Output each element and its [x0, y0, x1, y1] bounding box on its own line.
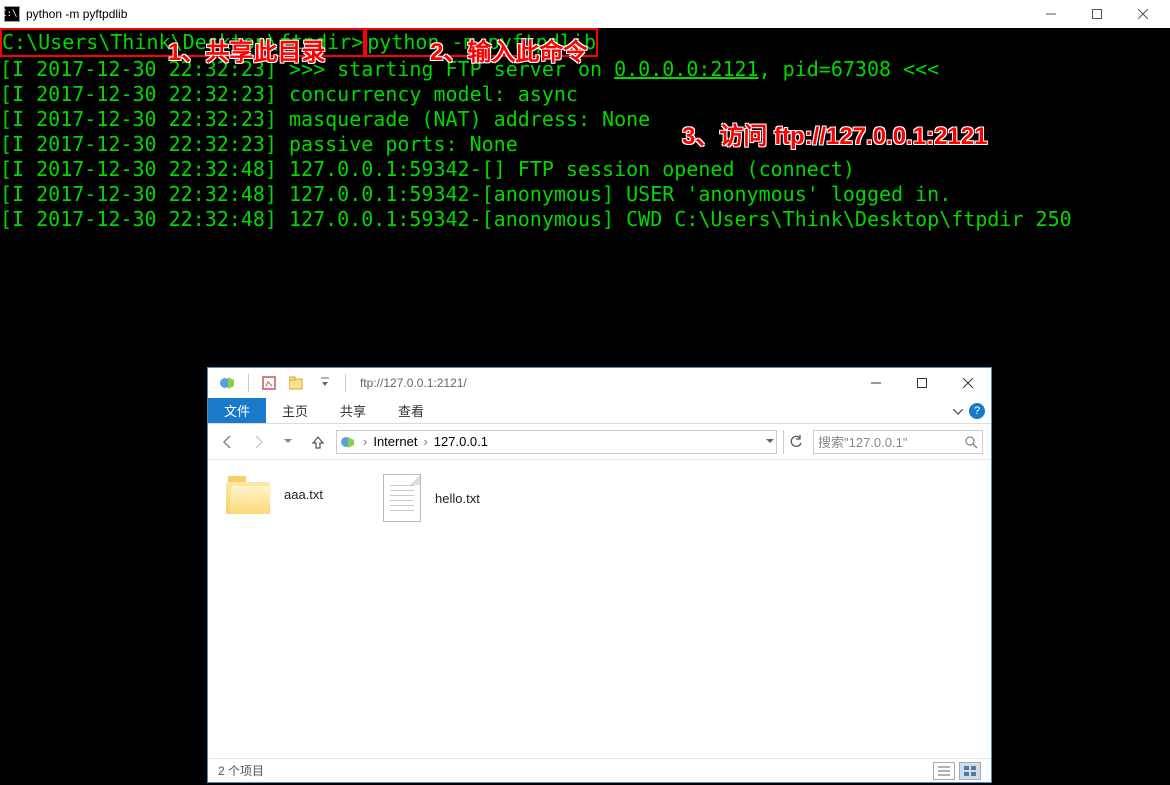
expand-ribbon-icon[interactable]: [953, 402, 963, 420]
search-input[interactable]: 搜索"127.0.0.1": [813, 430, 983, 454]
log-line: [I 2017-12-30 22:32:23] masquerade (NAT)…: [0, 107, 650, 131]
log-line: [I 2017-12-30 22:32:48] 127.0.0.1:59342-…: [0, 182, 951, 206]
breadcrumb-leaf[interactable]: 127.0.0.1: [430, 434, 492, 449]
close-button[interactable]: [1120, 0, 1166, 28]
log-line: [I 2017-12-30 22:32:48] 127.0.0.1:59342-…: [0, 157, 855, 181]
ribbon-tabs: 文件 主页 共享 查看 ?: [208, 398, 991, 424]
maximize-button[interactable]: [1074, 0, 1120, 28]
up-button[interactable]: [306, 430, 330, 454]
tab-file[interactable]: 文件: [208, 398, 266, 423]
search-placeholder: 搜索"127.0.0.1": [818, 432, 964, 451]
nav-bar: › Internet › 127.0.0.1 搜索"127.0.0.1": [208, 424, 991, 460]
refresh-button[interactable]: [783, 430, 807, 454]
properties-icon[interactable]: [257, 371, 281, 395]
cmd-icon: C:\.: [4, 6, 20, 22]
qat-separator: [345, 374, 346, 392]
close-button[interactable]: [945, 368, 991, 398]
log-line: [I 2017-12-30 22:32:23] concurrency mode…: [0, 82, 578, 106]
list-item[interactable]: aaa.txt: [226, 474, 323, 514]
tab-view[interactable]: 查看: [382, 398, 440, 423]
annotation-2: 2、输入此命令: [430, 32, 587, 67]
minimize-button[interactable]: [1028, 0, 1074, 28]
log-line: , pid=67308 <<<: [759, 57, 940, 81]
chevron-right-icon[interactable]: ›: [421, 434, 429, 449]
new-folder-icon[interactable]: [285, 371, 309, 395]
annotation-1: 1、共享此目录: [168, 32, 325, 67]
window-controls: [1028, 0, 1166, 28]
details-view-button[interactable]: [933, 762, 955, 780]
file-list[interactable]: aaa.txt hello.txt: [208, 460, 991, 756]
help-button[interactable]: ?: [969, 403, 985, 419]
qat-dropdown-icon[interactable]: [313, 371, 337, 395]
icons-view-button[interactable]: [959, 762, 981, 780]
network-location-icon: [339, 433, 357, 451]
tab-home[interactable]: 主页: [266, 398, 324, 423]
breadcrumb-root[interactable]: Internet: [369, 434, 421, 449]
log-line: 0.0.0.0:2121: [614, 57, 759, 81]
network-location-icon[interactable]: [216, 371, 240, 395]
maximize-button[interactable]: [899, 368, 945, 398]
terminal-title: python -m pyftpdlib: [26, 7, 1028, 21]
qat-separator: [248, 374, 249, 392]
item-count: 2 个项目: [218, 762, 264, 779]
log-line: [I 2017-12-30 22:32:23] passive ports: N…: [0, 132, 518, 156]
minimize-button[interactable]: [853, 368, 899, 398]
recent-dropdown-icon[interactable]: [276, 430, 300, 454]
address-dropdown-icon[interactable]: [766, 439, 774, 444]
file-name: hello.txt: [435, 491, 480, 506]
terminal-titlebar[interactable]: C:\. python -m pyftpdlib: [0, 0, 1170, 28]
chevron-right-icon[interactable]: ›: [361, 434, 369, 449]
annotation-3: 3、访问 ftp://127.0.0.1:2121: [682, 116, 987, 151]
explorer-titlebar[interactable]: ftp://127.0.0.1:2121/: [208, 368, 991, 398]
log-line: [I 2017-12-30 22:32:48] 127.0.0.1:59342-…: [0, 207, 1072, 231]
tab-share[interactable]: 共享: [324, 398, 382, 423]
status-bar: 2 个项目: [208, 758, 991, 782]
titlebar-path: ftp://127.0.0.1:2121/: [360, 376, 467, 390]
text-file-icon: [383, 474, 421, 522]
folder-icon: [226, 474, 270, 514]
list-item[interactable]: hello.txt: [383, 474, 480, 522]
search-icon: [964, 435, 978, 449]
file-name: aaa.txt: [284, 487, 323, 502]
back-button[interactable]: [216, 430, 240, 454]
explorer-window: ftp://127.0.0.1:2121/ 文件 主页 共享 查看 ? › In…: [207, 367, 992, 783]
forward-button[interactable]: [246, 430, 270, 454]
address-bar[interactable]: › Internet › 127.0.0.1: [336, 430, 777, 454]
